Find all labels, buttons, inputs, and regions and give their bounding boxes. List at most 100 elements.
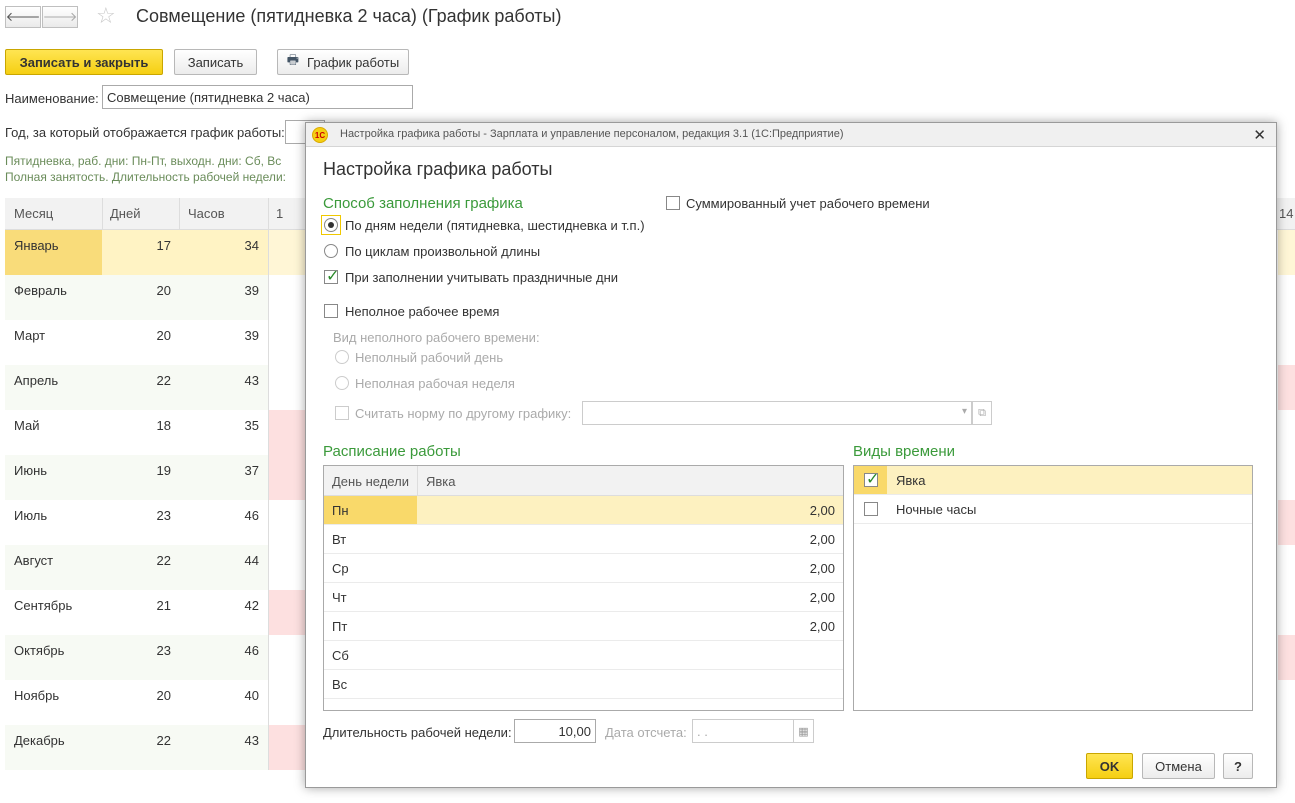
cell-hours: 39 bbox=[244, 283, 259, 298]
info-line-1: Пятидневка, раб. дни: Пн-Пт, выходн. дни… bbox=[5, 154, 282, 168]
part-day-label[interactable]: Неполный рабочий день bbox=[355, 350, 503, 365]
table-row[interactable]: Ноябрь 20 40 bbox=[5, 680, 268, 725]
cell-hours: 43 bbox=[244, 373, 259, 388]
ok-button[interactable]: OK bbox=[1086, 753, 1133, 779]
cell-month: Март bbox=[14, 328, 46, 343]
table-row[interactable]: Вс bbox=[324, 670, 843, 699]
arrow-left-icon: 🡐 bbox=[5, 9, 41, 24]
kind-checkbox[interactable]: ✓ bbox=[864, 471, 879, 488]
holidays-checkbox[interactable]: ✓ bbox=[324, 268, 339, 285]
kind-checkbox[interactable] bbox=[864, 502, 878, 516]
table-row[interactable]: Пт 2,00 bbox=[324, 612, 843, 641]
cell-days: 18 bbox=[156, 418, 171, 433]
table-row[interactable]: Ср 2,00 bbox=[324, 554, 843, 583]
cell-month: Январь bbox=[14, 238, 59, 253]
list-item[interactable]: Ночные часы bbox=[854, 495, 1252, 524]
open-icon[interactable]: ⧉ bbox=[972, 401, 992, 425]
header-month[interactable]: Месяц bbox=[14, 206, 53, 221]
cell-weekday: Вт bbox=[332, 532, 347, 547]
help-button[interactable]: ? bbox=[1223, 753, 1253, 779]
name-field[interactable]: Совмещение (пятидневка 2 часа) bbox=[102, 85, 413, 109]
holidays-label[interactable]: При заполнении учитывать праздничные дни bbox=[345, 270, 618, 285]
dialog-window-title: Настройка графика работы - Зарплата и уп… bbox=[340, 128, 844, 140]
header-days[interactable]: Дней bbox=[110, 206, 140, 221]
table-row[interactable]: Июль 23 46 bbox=[5, 500, 268, 545]
save-button[interactable]: Записать bbox=[174, 49, 257, 75]
week-length-value: 10,00 bbox=[558, 723, 591, 739]
cell-weekday: Сб bbox=[332, 648, 349, 663]
table-row[interactable]: Сб bbox=[324, 641, 843, 670]
cell-month: Июль bbox=[14, 508, 48, 523]
calendar-icon[interactable]: ▦ bbox=[793, 720, 813, 742]
cell-month: Май bbox=[14, 418, 40, 433]
cell-presence: 2,00 bbox=[809, 503, 835, 518]
cell-weekday: Пн bbox=[332, 503, 349, 518]
table-row[interactable]: Пн 2,00 bbox=[324, 496, 843, 525]
cell-hours: 37 bbox=[244, 463, 259, 478]
schedule-print-button[interactable]: 🖶 График работы bbox=[277, 49, 409, 75]
kind-name: Ночные часы bbox=[896, 502, 977, 517]
by-weekdays-radio[interactable] bbox=[324, 218, 338, 232]
back-button[interactable]: 🡐 bbox=[5, 6, 41, 28]
table-row[interactable]: Вт 2,00 bbox=[324, 525, 843, 554]
table-row[interactable]: Февраль 20 39 bbox=[5, 275, 268, 320]
forward-button[interactable]: 🡒 bbox=[42, 6, 78, 28]
table-row[interactable]: Сентябрь 21 42 bbox=[5, 590, 268, 635]
cell-hours: 42 bbox=[244, 598, 259, 613]
kind-name: Явка bbox=[896, 473, 926, 488]
cell-month: Июнь bbox=[14, 463, 48, 478]
cell-days: 20 bbox=[156, 688, 171, 703]
cancel-button[interactable]: Отмена bbox=[1142, 753, 1215, 779]
table-row[interactable]: Январь 17 34 bbox=[5, 230, 268, 275]
cell-month: Февраль bbox=[14, 283, 67, 298]
close-icon[interactable]: ✕ bbox=[1253, 126, 1266, 144]
cell-hours: 35 bbox=[244, 418, 259, 433]
by-cycles-label[interactable]: По циклам произвольной длины bbox=[345, 244, 540, 259]
dialog-titlebar[interactable]: 1С Настройка графика работы - Зарплата и… bbox=[306, 123, 1276, 147]
list-item[interactable]: ✓ Явка bbox=[854, 466, 1252, 495]
part-week-radio[interactable] bbox=[335, 376, 349, 390]
ref-date-label: Дата отсчета: bbox=[605, 725, 687, 740]
cell-days: 23 bbox=[156, 508, 171, 523]
dropdown-arrow-icon[interactable]: ▾ bbox=[962, 406, 967, 417]
table-row[interactable]: Август 22 44 bbox=[5, 545, 268, 590]
summed-accounting-checkbox[interactable] bbox=[666, 196, 680, 210]
header-presence[interactable]: Явка bbox=[426, 474, 456, 489]
table-row[interactable]: Апрель 22 43 bbox=[5, 365, 268, 410]
other-norm-label[interactable]: Считать норму по другому графику: bbox=[355, 406, 571, 421]
cell-hours: 39 bbox=[244, 328, 259, 343]
save-close-button[interactable]: Записать и закрыть bbox=[5, 49, 163, 75]
table-row[interactable]: Октябрь 23 46 bbox=[5, 635, 268, 680]
ref-date-field[interactable]: . . ▦ bbox=[692, 719, 814, 743]
cell-days: 17 bbox=[156, 238, 171, 253]
months-table-header: Месяц Дней Часов bbox=[5, 198, 268, 230]
other-norm-checkbox[interactable] bbox=[335, 406, 349, 420]
cell-month: Апрель bbox=[14, 373, 59, 388]
table-row[interactable]: Июнь 19 37 bbox=[5, 455, 268, 500]
summed-accounting-label[interactable]: Суммированный учет рабочего времени bbox=[686, 196, 930, 211]
cell-weekday: Чт bbox=[332, 590, 347, 605]
table-row[interactable]: Май 18 35 bbox=[5, 410, 268, 455]
part-day-radio[interactable] bbox=[335, 350, 349, 364]
star-icon[interactable]: ☆ bbox=[96, 3, 116, 29]
table-row[interactable]: Март 20 39 bbox=[5, 320, 268, 365]
cell-month: Сентябрь bbox=[14, 598, 73, 613]
kinds-section: Виды времени bbox=[853, 443, 956, 460]
cell-hours: 46 bbox=[244, 508, 259, 523]
header-weekday[interactable]: День недели bbox=[332, 474, 409, 489]
months-table: Месяц Дней Часов Январь 17 34 Февраль 20 39 Ма… bbox=[5, 198, 268, 770]
cell-days: 22 bbox=[156, 373, 171, 388]
part-week-label[interactable]: Неполная рабочая неделя bbox=[355, 376, 515, 391]
schedule-section: Расписание работы bbox=[323, 443, 461, 460]
table-row[interactable]: Чт 2,00 bbox=[324, 583, 843, 612]
week-length-field[interactable]: 10,00 bbox=[514, 719, 596, 743]
part-time-checkbox[interactable] bbox=[324, 304, 338, 318]
name-label: Наименование: bbox=[5, 91, 99, 106]
header-hours[interactable]: Часов bbox=[188, 206, 225, 221]
other-schedule-field[interactable]: ▾ bbox=[582, 401, 972, 425]
by-weekdays-label[interactable]: По дням недели (пятидневка, шестидневка … bbox=[345, 218, 645, 233]
part-time-label[interactable]: Неполное рабочее время bbox=[345, 304, 499, 319]
by-cycles-radio[interactable] bbox=[324, 244, 338, 258]
cell-hours: 40 bbox=[244, 688, 259, 703]
table-row[interactable]: Декабрь 22 43 bbox=[5, 725, 268, 770]
